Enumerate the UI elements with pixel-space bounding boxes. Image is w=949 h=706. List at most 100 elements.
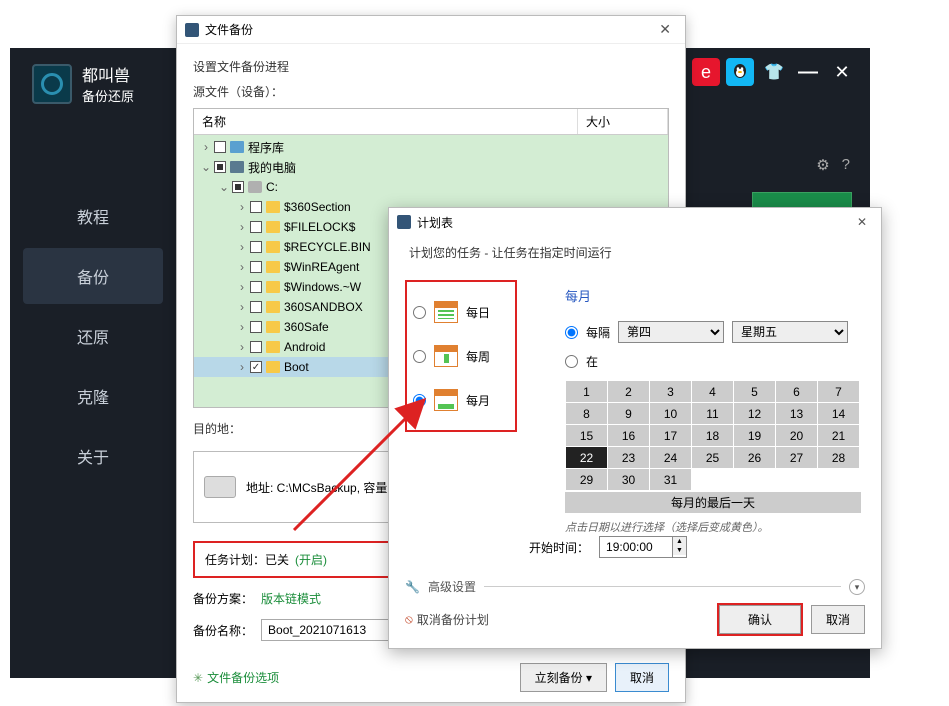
day-cell[interactable]: 17: [650, 425, 692, 447]
day-cell[interactable]: 2: [608, 381, 650, 403]
checkbox[interactable]: [214, 141, 226, 153]
tree-row[interactable]: ⌄我的电脑: [194, 157, 668, 177]
minimize-icon[interactable]: —: [794, 58, 822, 86]
day-cell[interactable]: 29: [566, 469, 608, 491]
checkbox[interactable]: [250, 201, 262, 213]
day-calendar[interactable]: 1234567891011121314151617181920212223242…: [565, 380, 860, 491]
expander-icon[interactable]: ⌄: [200, 160, 212, 174]
day-cell[interactable]: 3: [650, 381, 692, 403]
dlg2-close-icon[interactable]: ✕: [851, 215, 873, 229]
day-cell[interactable]: 21: [818, 425, 860, 447]
day-cell[interactable]: 12: [734, 403, 776, 425]
expander-icon[interactable]: ›: [236, 220, 248, 234]
day-cell[interactable]: 20: [776, 425, 818, 447]
checkbox[interactable]: [214, 161, 226, 173]
expander-icon[interactable]: ›: [236, 340, 248, 354]
checkbox[interactable]: [232, 181, 244, 193]
day-cell[interactable]: 4: [692, 381, 734, 403]
nav-restore[interactable]: 还原: [23, 308, 163, 364]
col-size[interactable]: 大小: [578, 109, 668, 134]
help-icon[interactable]: ?: [842, 156, 850, 174]
nav-tutorial[interactable]: 教程: [23, 188, 163, 244]
day-cell[interactable]: 11: [692, 403, 734, 425]
day-cell[interactable]: 14: [818, 403, 860, 425]
expander-icon[interactable]: ›: [236, 200, 248, 214]
day-cell[interactable]: 24: [650, 447, 692, 469]
day-cell[interactable]: 22: [566, 447, 608, 469]
checkbox[interactable]: [250, 341, 262, 353]
checkbox[interactable]: [250, 321, 262, 333]
day-cell[interactable]: 26: [734, 447, 776, 469]
scheme-link[interactable]: 版本链模式: [261, 590, 321, 607]
ok-button[interactable]: 确认: [719, 605, 801, 634]
expander-icon[interactable]: ›: [200, 140, 212, 154]
day-cell[interactable]: 27: [776, 447, 818, 469]
nav-clone[interactable]: 克隆: [23, 368, 163, 424]
expander-icon[interactable]: ›: [236, 360, 248, 374]
backup-now-button[interactable]: 立刻备份 ▾: [520, 663, 607, 692]
gear-icon[interactable]: ⚙: [816, 156, 829, 174]
day-cell[interactable]: 28: [818, 447, 860, 469]
day-cell[interactable]: 7: [818, 381, 860, 403]
chevron-down-icon[interactable]: ▾: [849, 579, 865, 595]
day-cell[interactable]: 18: [692, 425, 734, 447]
day-cell[interactable]: 13: [776, 403, 818, 425]
checkbox[interactable]: [250, 281, 262, 293]
nav-backup[interactable]: 备份: [23, 248, 163, 304]
dlg1-cancel-button[interactable]: 取消: [615, 663, 669, 692]
day-cell[interactable]: 6: [776, 381, 818, 403]
plan-enable-link[interactable]: (开启): [295, 551, 327, 568]
day-cell[interactable]: 16: [608, 425, 650, 447]
expander-icon[interactable]: ›: [236, 320, 248, 334]
checkbox[interactable]: [250, 261, 262, 273]
dlg1-close-icon[interactable]: ✕: [653, 21, 677, 38]
ordinal-select[interactable]: 第一第二第三第四最后: [618, 321, 724, 343]
day-cell[interactable]: 25: [692, 447, 734, 469]
day-cell[interactable]: 30: [608, 469, 650, 491]
expander-icon[interactable]: ›: [236, 280, 248, 294]
day-cell[interactable]: 15: [566, 425, 608, 447]
day-cell[interactable]: 19: [734, 425, 776, 447]
day-cell[interactable]: 1: [566, 381, 608, 403]
freq-daily[interactable]: 每日: [413, 290, 509, 334]
expander-icon[interactable]: ›: [236, 300, 248, 314]
last-day-cell[interactable]: 每月的最后一天: [565, 491, 861, 513]
weibo-icon[interactable]: e: [692, 58, 720, 86]
day-cell[interactable]: 31: [650, 469, 692, 491]
tree-row[interactable]: ›程序库: [194, 137, 668, 157]
dlg2-cancel-button[interactable]: 取消: [811, 605, 865, 634]
start-time-spinner[interactable]: ▲▼: [599, 536, 687, 558]
day-cell[interactable]: 10: [650, 403, 692, 425]
day-cell[interactable]: 8: [566, 403, 608, 425]
freq-daily-radio[interactable]: [413, 306, 426, 319]
close-icon[interactable]: ✕: [828, 58, 856, 86]
freq-weekly-radio[interactable]: [413, 350, 426, 363]
weekday-select[interactable]: 星期一星期二星期三星期四星期五星期六星期日: [732, 321, 848, 343]
freq-monthly-radio[interactable]: [413, 394, 426, 407]
checkbox[interactable]: [250, 301, 262, 313]
checkbox[interactable]: [250, 221, 262, 233]
tree-row[interactable]: ⌄C:: [194, 177, 668, 197]
cancel-plan-link[interactable]: ⦸ 取消备份计划: [405, 611, 489, 628]
freq-monthly[interactable]: 每月: [413, 378, 509, 422]
advanced-row[interactable]: 🔧 高级设置 ▾: [405, 578, 865, 595]
each-radio[interactable]: [565, 326, 578, 339]
col-name[interactable]: 名称: [194, 109, 578, 134]
freq-weekly[interactable]: 每周: [413, 334, 509, 378]
qq-icon[interactable]: [726, 58, 754, 86]
checkbox[interactable]: [250, 241, 262, 253]
expander-icon[interactable]: ›: [236, 240, 248, 254]
expander-icon[interactable]: ⌄: [218, 180, 230, 194]
spin-down-icon[interactable]: ▼: [673, 546, 686, 555]
on-radio[interactable]: [565, 355, 578, 368]
spin-up-icon[interactable]: ▲: [673, 537, 686, 546]
day-cell[interactable]: 5: [734, 381, 776, 403]
backup-options-link[interactable]: ✳ 文件备份选项: [193, 669, 279, 686]
checkbox[interactable]: [250, 361, 262, 373]
nav-about[interactable]: 关于: [23, 428, 163, 484]
expander-icon[interactable]: ›: [236, 260, 248, 274]
day-cell[interactable]: 9: [608, 403, 650, 425]
tshirt-icon[interactable]: 👕: [760, 58, 788, 86]
start-time-input[interactable]: [600, 537, 672, 557]
day-cell[interactable]: 23: [608, 447, 650, 469]
